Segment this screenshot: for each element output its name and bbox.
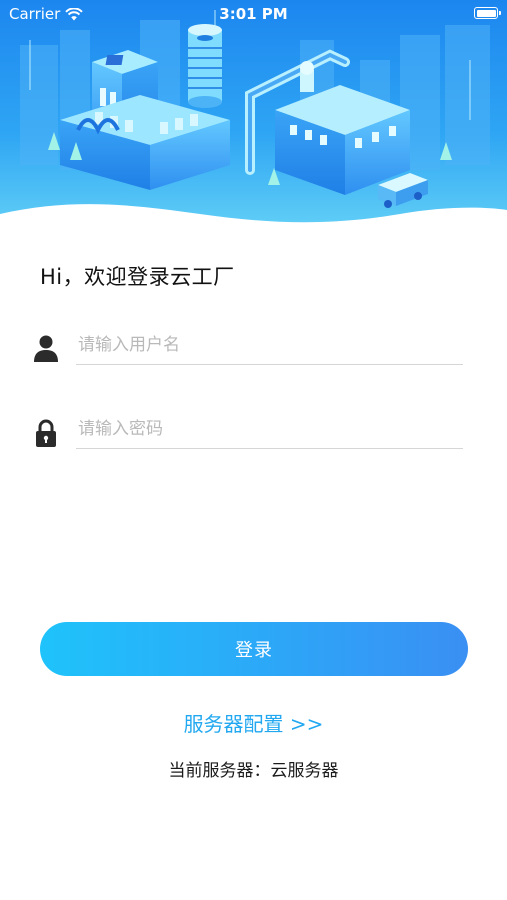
- username-field: [32, 326, 463, 370]
- lock-icon: [36, 419, 56, 447]
- welcome-greeting: Hi，欢迎登录云工厂: [40, 265, 235, 289]
- server-config-link[interactable]: 服务器配置 >>: [0, 708, 507, 737]
- login-screen: Carrier 3:01 PM Hi，欢迎登录云工厂 登录 服务: [0, 0, 507, 900]
- password-input[interactable]: [76, 410, 463, 449]
- status-time: 3:01 PM: [219, 5, 288, 23]
- password-field: [32, 410, 463, 454]
- login-button[interactable]: 登录: [40, 622, 468, 676]
- hero-illustration: [0, 0, 507, 245]
- current-server-value: 云服务器: [270, 761, 339, 781]
- current-server-info: 当前服务器：云服务器: [0, 756, 507, 781]
- battery-icon: [474, 7, 501, 19]
- status-bar: Carrier 3:01 PM: [0, 0, 507, 30]
- username-input[interactable]: [76, 326, 463, 365]
- user-icon: [34, 335, 58, 362]
- current-server-label: 当前服务器：: [168, 761, 271, 781]
